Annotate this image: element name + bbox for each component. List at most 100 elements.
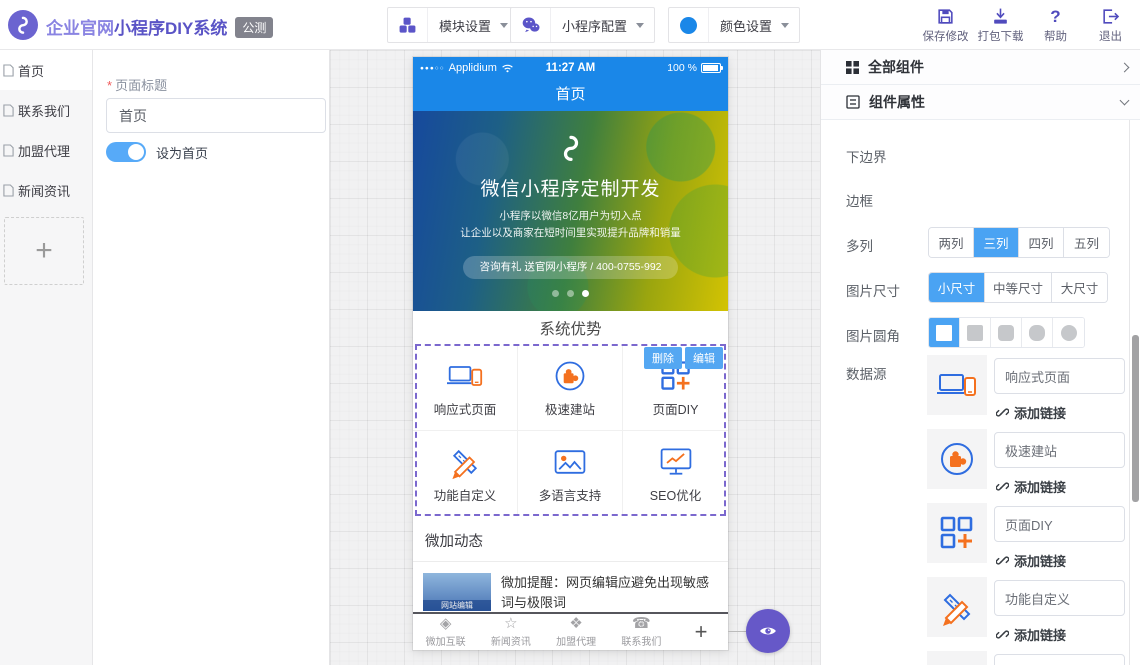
component-properties-header[interactable]: 组件属性 [821, 85, 1140, 120]
miniprogram-config-dropdown[interactable]: 小程序配置 [510, 7, 655, 43]
datasource-title-input[interactable] [994, 506, 1125, 542]
datasource-title-input[interactable] [994, 580, 1125, 616]
radius-option-circle[interactable] [1053, 318, 1084, 347]
save-label: 保存修改 [918, 28, 973, 44]
modules-icon [388, 8, 428, 42]
columns-option-4[interactable]: 四列 [1019, 228, 1064, 257]
custom-function-icon [447, 444, 483, 480]
app-title-secondary: 小程序DIY系统 [114, 19, 227, 38]
datasource-title-input[interactable] [994, 654, 1125, 665]
datasource-item: 添加链接 [927, 503, 1129, 565]
news-section-title: 微加动态 [413, 516, 728, 562]
grid-cell-label: 页面DIY [653, 399, 699, 418]
datasource-item: 添加链接 [927, 429, 1129, 491]
banner-carousel[interactable]: 微信小程序定制开发 小程序以微信8亿用户为切入点 让企业以及商家在短时间里实现提… [413, 111, 728, 311]
help-button[interactable]: ? 帮助 [1028, 5, 1083, 44]
grid-cell-multilang[interactable]: 多语言支持 [518, 431, 623, 516]
pages-sidebar: 首页 联系我们 加盟代理 新闻资讯 + [0, 50, 93, 665]
star-icon: ☆ [504, 616, 517, 632]
news-component[interactable]: 微加动态 网站编辑 微加提醒：网页编辑应避免出现敏感词与极限词 [413, 516, 728, 612]
save-button[interactable]: 保存修改 [918, 5, 973, 44]
required-mark: * [107, 78, 112, 93]
sidebar-item-label: 新闻资讯 [18, 181, 70, 200]
tab-agent[interactable]: ❖ 加盟代理 [544, 614, 609, 650]
add-link-button[interactable]: 添加链接 [996, 477, 1066, 496]
size-option-small-selected[interactable]: 小尺寸 [929, 273, 985, 302]
columns-label: 多列 [846, 235, 873, 255]
add-page-button[interactable]: + [4, 217, 84, 285]
advantages-grid-component[interactable]: 响应式页面 极速建站 页面DIY 功能自定义 多语言支持 SEO优化 [413, 346, 728, 516]
page-title-input[interactable] [106, 98, 326, 133]
tab-news[interactable]: ☆ 新闻资讯 [478, 614, 543, 650]
add-link-button[interactable]: 添加链接 [996, 625, 1066, 644]
custom-function-icon [927, 577, 987, 637]
radius-option-small[interactable] [960, 318, 991, 347]
size-option-large[interactable]: 大尺寸 [1052, 273, 1107, 302]
grid-cell-seo[interactable]: SEO优化 [623, 431, 728, 516]
radius-option-none-selected[interactable] [929, 318, 960, 347]
tab-weijia[interactable]: ◈ 微加互联 [413, 614, 478, 650]
datasource-title-input[interactable] [994, 358, 1125, 394]
tabbar-add-button[interactable]: + [674, 614, 728, 650]
exit-button[interactable]: 退出 [1083, 5, 1138, 44]
datasource-title-input[interactable] [994, 432, 1125, 468]
seo-icon [658, 444, 694, 480]
link-icon [996, 406, 1009, 419]
carousel-dots [413, 290, 728, 297]
set-home-toggle[interactable] [106, 142, 146, 162]
inspector-scrollbar-track[interactable] [1129, 120, 1140, 665]
page-icon [3, 104, 14, 117]
module-settings-dropdown[interactable]: 模块设置 [387, 7, 519, 43]
sidebar-item-news[interactable]: 新闻资讯 [0, 170, 92, 210]
page-properties-panel: *页面标题 设为首页 [93, 50, 330, 665]
banner-logo-icon [413, 133, 728, 168]
add-link-button[interactable]: 添加链接 [996, 403, 1066, 422]
carousel-dot[interactable] [552, 290, 559, 297]
all-components-header[interactable]: 全部组件 [821, 50, 1140, 85]
sidebar-item-agent[interactable]: 加盟代理 [0, 130, 92, 170]
carousel-dot-active[interactable] [582, 290, 589, 297]
color-settings-label: 颜色设置 [709, 16, 781, 35]
link-icon [996, 628, 1009, 641]
banner-cta-pill[interactable]: 咨询有礼 送官网小程序 / 400-0755-992 [463, 256, 677, 279]
delete-component-button[interactable]: 删除 [644, 347, 682, 369]
news-thumb-caption: 网站编辑 [423, 600, 491, 611]
help-label: 帮助 [1028, 28, 1083, 44]
sidebar-item-contact[interactable]: 联系我们 [0, 90, 92, 130]
speed-build-icon [552, 358, 588, 394]
color-settings-dropdown[interactable]: 颜色设置 [668, 7, 800, 43]
columns-option-5[interactable]: 五列 [1064, 228, 1109, 257]
edit-component-button[interactable]: 编辑 [685, 347, 723, 369]
banner-subtitle-2: 让企业以及商家在短时间里实现提升品牌和销量 [413, 225, 728, 240]
beta-badge: 公测 [235, 17, 273, 38]
set-home-row: 设为首页 [106, 142, 208, 162]
radius-option-medium[interactable] [991, 318, 1022, 347]
multi-language-icon [552, 444, 588, 480]
preview-eye-button[interactable] [746, 609, 790, 653]
add-link-button[interactable]: 添加链接 [996, 551, 1066, 570]
grid-cell-speed[interactable]: 极速建站 [518, 346, 623, 431]
color-circle-icon [669, 8, 709, 42]
tab-contact[interactable]: ☎ 联系我们 [609, 614, 674, 650]
columns-option-3-selected[interactable]: 三列 [974, 228, 1019, 257]
datasource-label: 数据源 [846, 363, 887, 383]
image-size-label: 图片尺寸 [846, 280, 900, 300]
add-link-label: 添加链接 [1014, 551, 1066, 570]
columns-option-2[interactable]: 两列 [929, 228, 974, 257]
size-option-medium[interactable]: 中等尺寸 [985, 273, 1052, 302]
help-icon: ? [1028, 5, 1083, 26]
tags-icon: ❖ [569, 616, 582, 632]
module-settings-label: 模块设置 [428, 16, 500, 35]
grid-cell-custom[interactable]: 功能自定义 [413, 431, 518, 516]
download-button[interactable]: 打包下载 [973, 5, 1028, 44]
caret-down-icon [636, 23, 644, 28]
bottom-border-label: 下边界 [846, 146, 887, 166]
sidebar-item-home[interactable]: 首页 [0, 50, 92, 90]
inspector-scrollbar-thumb[interactable] [1132, 335, 1139, 502]
radius-option-large[interactable] [1022, 318, 1053, 347]
chevron-right-icon [1120, 62, 1130, 72]
multi-language-icon [927, 651, 987, 665]
grid-cell-responsive[interactable]: 响应式页面 [413, 346, 518, 431]
news-list-item[interactable]: 网站编辑 微加提醒：网页编辑应避免出现敏感词与极限词 [413, 562, 728, 612]
carousel-dot[interactable] [567, 290, 574, 297]
